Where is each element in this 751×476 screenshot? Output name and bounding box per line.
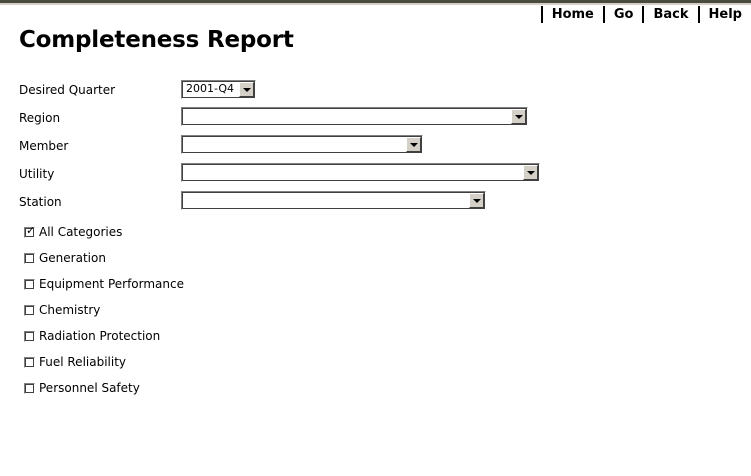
category-chemistry[interactable]: Chemistry — [24, 303, 100, 317]
top-nav: Home Go Back Help — [540, 5, 751, 24]
page-title: Completeness Report — [19, 27, 294, 53]
checkbox[interactable] — [24, 330, 35, 342]
quarter-select-value: 2001-Q4 — [186, 82, 235, 95]
category-label: Generation — [39, 251, 106, 265]
category-label: Equipment Performance — [39, 277, 184, 291]
nav-go-link[interactable]: Go — [605, 6, 643, 23]
category-label: All Categories — [39, 225, 123, 239]
chevron-down-icon — [527, 171, 535, 175]
category-label: Chemistry — [39, 303, 101, 317]
nav-home-link[interactable]: Home — [543, 6, 603, 23]
member-dropdown-button[interactable] — [406, 137, 421, 152]
chevron-down-icon — [515, 115, 523, 119]
category-label: Fuel Reliability — [39, 355, 127, 369]
checkbox[interactable] — [24, 252, 35, 264]
utility-select[interactable] — [181, 163, 540, 182]
region-select[interactable] — [181, 107, 528, 126]
region-label: Region — [19, 111, 61, 125]
station-label: Station — [19, 195, 62, 209]
station-select[interactable] — [181, 191, 486, 210]
checkbox[interactable] — [24, 382, 35, 394]
nav-back-link[interactable]: Back — [644, 6, 697, 23]
nav-help-link[interactable]: Help — [700, 6, 751, 23]
checkbox[interactable]: ✓ — [24, 223, 36, 238]
quarter-select[interactable]: 2001-Q4 — [181, 80, 256, 99]
station-dropdown-button[interactable] — [469, 193, 484, 208]
quarter-label: Desired Quarter — [19, 83, 116, 97]
checkbox[interactable] — [24, 278, 35, 290]
category-generation[interactable]: Generation — [24, 251, 106, 265]
member-label: Member — [19, 139, 69, 153]
chevron-down-icon — [473, 199, 481, 203]
utility-dropdown-button[interactable] — [523, 165, 538, 180]
checkbox[interactable] — [24, 356, 35, 368]
quarter-dropdown-button[interactable] — [239, 82, 254, 97]
category-equipment-performance[interactable]: Equipment Performance — [24, 277, 184, 291]
category-label: Personnel Safety — [39, 381, 140, 395]
checkbox[interactable] — [24, 304, 35, 316]
member-select[interactable] — [181, 135, 423, 154]
utility-label: Utility — [19, 167, 55, 181]
chevron-down-icon — [243, 88, 251, 92]
category-personnel-safety[interactable]: Personnel Safety — [24, 381, 140, 395]
chevron-down-icon — [410, 143, 418, 147]
checkmark-icon: ✓ — [26, 223, 36, 237]
category-fuel-reliability[interactable]: Fuel Reliability — [24, 355, 126, 369]
region-dropdown-button[interactable] — [511, 109, 526, 124]
category-radiation-protection[interactable]: Radiation Protection — [24, 329, 160, 343]
category-label: Radiation Protection — [39, 329, 161, 343]
category-all[interactable]: ✓ All Categories — [24, 223, 123, 239]
